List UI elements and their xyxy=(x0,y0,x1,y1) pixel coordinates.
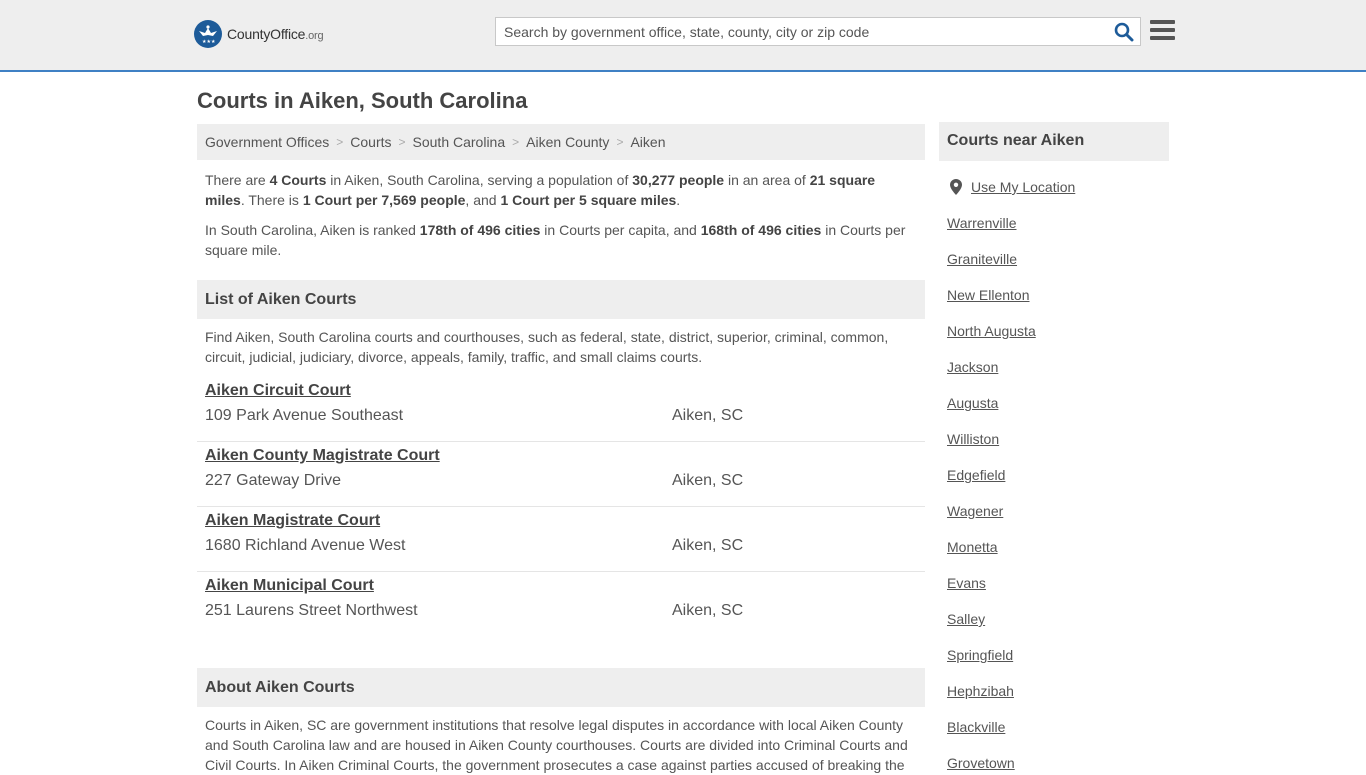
nearby-city-link[interactable]: Wagener xyxy=(947,503,1003,519)
svg-text:★★★: ★★★ xyxy=(202,39,216,45)
nearby-city-link[interactable]: Graniteville xyxy=(947,251,1017,267)
intro-text: in an area of xyxy=(724,172,810,188)
chevron-right-icon: > xyxy=(512,135,520,149)
court-count: 4 Courts xyxy=(269,172,327,188)
intro-text: in Aiken, South Carolina, serving a popu… xyxy=(326,172,633,188)
nearby-city-link[interactable]: Springfield xyxy=(947,647,1013,663)
court-list-item: Aiken Magistrate Court 1680 Richland Ave… xyxy=(197,507,925,572)
search-box xyxy=(495,17,1141,46)
chevron-right-icon: > xyxy=(398,135,406,149)
court-address: 109 Park Avenue Southeast xyxy=(205,407,404,424)
nearby-city-link[interactable]: New Ellenton xyxy=(947,287,1030,303)
population: 30,277 people xyxy=(632,172,725,188)
court-city: Aiken, SC xyxy=(672,602,744,619)
court-city: Aiken, SC xyxy=(672,472,744,489)
court-name-link[interactable]: Aiken Magistrate Court xyxy=(205,512,380,530)
nearby-city-link[interactable]: Edgefield xyxy=(947,467,1005,483)
breadcrumb-aiken-county[interactable]: Aiken County xyxy=(526,134,609,150)
court-city: Aiken, SC xyxy=(672,537,744,554)
court-list-item: Aiken County Magistrate Court 227 Gatewa… xyxy=(197,442,925,507)
breadcrumb-courts[interactable]: Courts xyxy=(350,134,391,150)
court-address: 227 Gateway Drive xyxy=(205,472,342,489)
nearby-city-link[interactable]: Warrenville xyxy=(947,215,1017,231)
court-name-link[interactable]: Aiken Municipal Court xyxy=(205,577,374,595)
logo-tld: .org xyxy=(305,30,324,42)
about-section-heading: About Aiken Courts xyxy=(197,668,925,707)
court-per-people: 1 Court per 7,569 people xyxy=(302,192,466,208)
list-section-heading: List of Aiken Courts xyxy=(197,280,925,319)
logo-wordmark: CountyOffice.org xyxy=(227,26,324,42)
sidebar-heading: Courts near Aiken xyxy=(939,122,1169,161)
court-name-link[interactable]: Aiken Circuit Court xyxy=(205,382,351,400)
search-input[interactable] xyxy=(496,18,1106,45)
chevron-right-icon: > xyxy=(616,135,624,149)
rank-per-area: 168th of 496 cities xyxy=(700,222,822,238)
rank-per-capita: 178th of 496 cities xyxy=(419,222,541,238)
court-address: 251 Laurens Street Northwest xyxy=(205,602,418,619)
list-section-description: Find Aiken, South Carolina courts and co… xyxy=(205,329,889,365)
intro-text: In South Carolina, Aiken is ranked xyxy=(205,222,420,238)
intro-text: , and xyxy=(465,192,501,208)
nearby-city-link[interactable]: North Augusta xyxy=(947,323,1036,339)
eagle-logo-icon: ★★★ xyxy=(194,20,222,48)
intro-text: . There is xyxy=(240,192,303,208)
nearby-city-link[interactable]: Blackville xyxy=(947,719,1005,735)
nearby-city-link[interactable]: Augusta xyxy=(947,395,998,411)
hamburger-menu-icon[interactable] xyxy=(1150,20,1175,42)
court-per-area: 1 Court per 5 square miles xyxy=(500,192,677,208)
intro-text: . xyxy=(676,192,681,208)
logo-name: CountyOffice xyxy=(227,26,306,42)
nearby-city-link[interactable]: Jackson xyxy=(947,359,998,375)
use-my-location-link[interactable]: Use My Location xyxy=(971,179,1075,195)
nearby-city-link[interactable]: Grovetown xyxy=(947,755,1015,771)
breadcrumb-south-carolina[interactable]: South Carolina xyxy=(413,134,506,150)
intro-text: There are xyxy=(205,172,270,188)
map-pin-icon xyxy=(950,179,962,195)
breadcrumb-government-offices[interactable]: Government Offices xyxy=(205,134,329,150)
search-icon[interactable] xyxy=(1114,22,1134,42)
site-logo[interactable]: ★★★ CountyOffice.org xyxy=(194,20,324,48)
nearby-city-link[interactable]: Salley xyxy=(947,611,985,627)
about-section-text: Courts in Aiken, SC are government insti… xyxy=(205,717,908,773)
intro-paragraph-rank: In South Carolina, Aiken is ranked 178th… xyxy=(205,220,917,260)
use-my-location[interactable]: Use My Location xyxy=(950,179,1075,195)
site-header: ★★★ CountyOffice.org xyxy=(0,0,1366,72)
court-address: 1680 Richland Avenue West xyxy=(205,537,406,554)
court-list-item: Aiken Municipal Court 251 Laurens Street… xyxy=(197,572,925,637)
nearby-city-link[interactable]: Williston xyxy=(947,431,999,447)
nearby-city-link[interactable]: Hephzibah xyxy=(947,683,1014,699)
nearby-city-link[interactable]: Evans xyxy=(947,575,986,591)
intro-paragraph-stats: There are 4 Courts in Aiken, South Carol… xyxy=(205,170,917,210)
chevron-right-icon: > xyxy=(336,135,344,149)
page-title: Courts in Aiken, South Carolina xyxy=(197,88,528,113)
nearby-city-link[interactable]: Monetta xyxy=(947,539,998,555)
intro-text: in Courts per capita, and xyxy=(540,222,701,238)
breadcrumb-aiken[interactable]: Aiken xyxy=(630,134,665,150)
court-city: Aiken, SC xyxy=(672,407,744,424)
court-name-link[interactable]: Aiken County Magistrate Court xyxy=(205,447,440,465)
court-list-item: Aiken Circuit Court 109 Park Avenue Sout… xyxy=(197,377,925,442)
breadcrumb: Government Offices > Courts > South Caro… xyxy=(197,124,925,160)
